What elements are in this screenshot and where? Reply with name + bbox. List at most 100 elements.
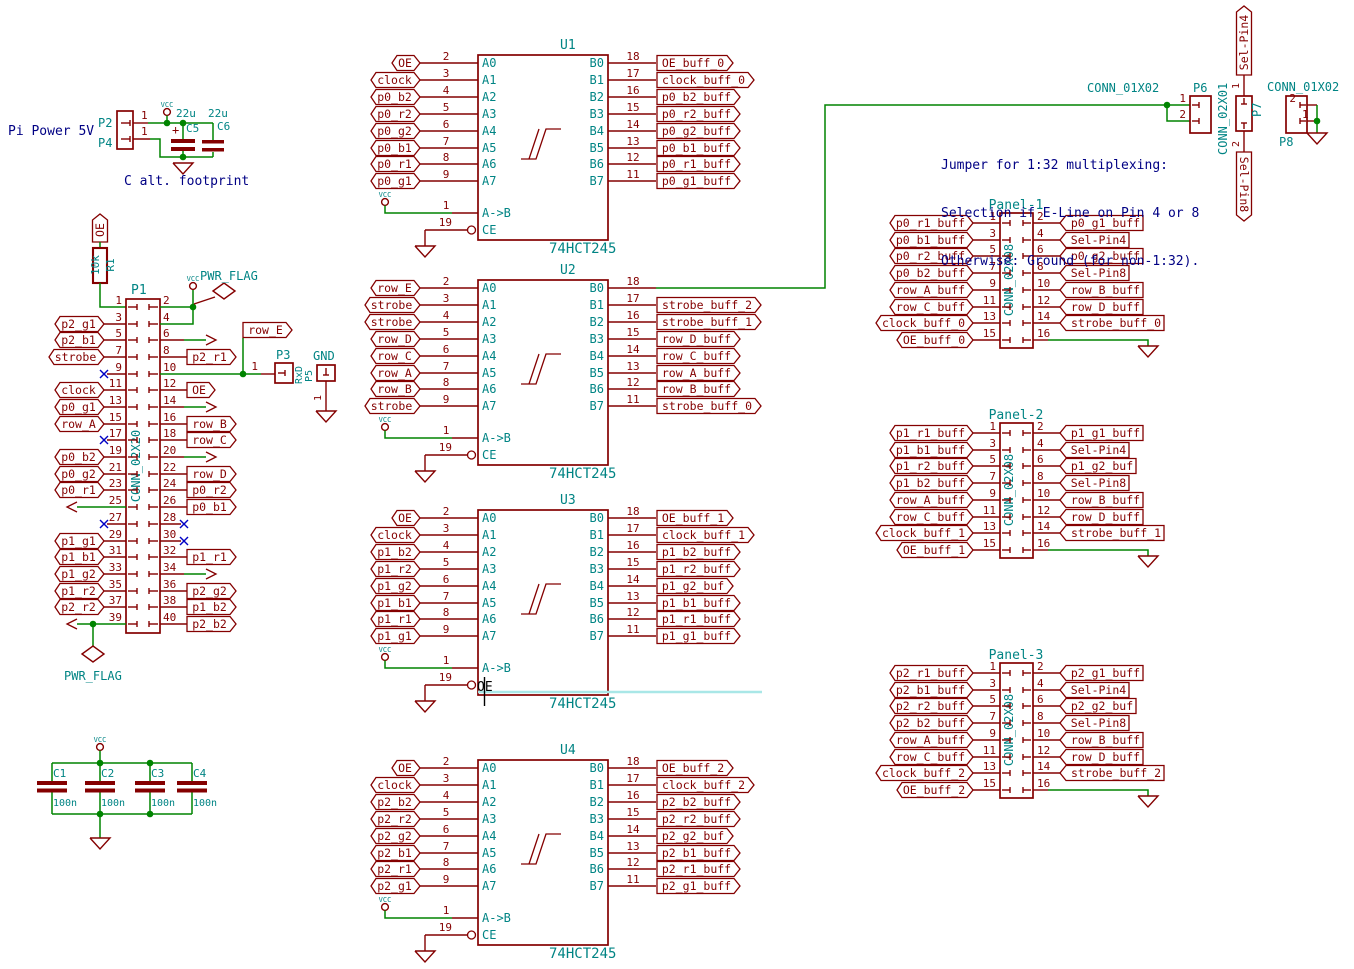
connector-part[interactable]: CONN_02X20 [129, 430, 143, 502]
gnd-symbol[interactable] [1138, 346, 1158, 357]
cap-value[interactable]: 100n [193, 798, 217, 809]
cap-value[interactable]: 100n [53, 798, 77, 809]
cap-ref[interactable]: C6 [217, 120, 230, 133]
cap-ref[interactable]: C3 [151, 767, 164, 780]
ic-ref[interactable]: U3 [560, 493, 576, 508]
capacitor-body[interactable] [85, 789, 115, 793]
note-jumper-line3: Otherwise: Ground (for non-1:32). [941, 254, 1199, 270]
cap-ref[interactable]: C5 [186, 122, 199, 135]
connector-ref[interactable]: P8 [1279, 135, 1293, 149]
capacitor-body[interactable] [37, 789, 67, 793]
vcc-symbol[interactable] [190, 283, 197, 290]
connector-part[interactable]: CONN_02X08 [1002, 454, 1016, 526]
cap-value[interactable]: 100n [101, 798, 125, 809]
connector-part[interactable]: CONN_02X01 [1216, 83, 1230, 155]
vcc-symbol[interactable] [382, 654, 389, 661]
connector-p2p4[interactable] [117, 111, 133, 149]
ic-part[interactable]: 74HCT245 [549, 696, 616, 712]
gnd-symbol[interactable] [1307, 133, 1327, 144]
pwr-flag-symbol[interactable] [213, 283, 235, 299]
pin-number: 1 [989, 660, 996, 673]
connector-part[interactable]: CONN_02X08 [1002, 694, 1016, 766]
connector-ref[interactable]: P3 [276, 348, 290, 362]
pin-number: 11 [983, 504, 996, 517]
connector-ref[interactable]: P4 [98, 136, 112, 150]
wire[interactable] [100, 283, 126, 307]
ic-ref[interactable]: U2 [560, 263, 576, 278]
ic-ref[interactable]: U1 [560, 38, 576, 53]
panel-title[interactable]: Panel-2 [989, 408, 1044, 423]
capacitor-body[interactable] [202, 148, 224, 152]
gnd-symbol[interactable] [415, 246, 435, 257]
gnd-symbol[interactable] [415, 951, 435, 962]
wire[interactable] [1048, 550, 1148, 556]
pwr-flag-label[interactable]: PWR_FLAG [64, 669, 122, 683]
cap-ref[interactable]: C2 [101, 767, 114, 780]
pwr-flag-label[interactable]: PWR_FLAG [200, 269, 258, 283]
cap-ref[interactable]: C4 [193, 767, 207, 780]
pin-name: A4 [482, 579, 496, 593]
resistor-ref[interactable]: R1 [104, 258, 117, 271]
vcc-symbol[interactable] [382, 199, 389, 206]
gnd-symbol[interactable] [1138, 556, 1158, 567]
cap-ref[interactable]: C1 [53, 767, 66, 780]
connector-ref[interactable]: P1 [131, 283, 147, 298]
capacitor-body[interactable] [85, 781, 115, 785]
capacitor-body[interactable] [135, 789, 165, 793]
panel-title[interactable]: Panel-3 [989, 648, 1044, 663]
pin-name: A7 [482, 879, 496, 893]
pin-number: 15 [626, 556, 639, 569]
vcc-symbol[interactable] [382, 904, 389, 911]
pin-number: 3 [443, 522, 450, 535]
pin-number: 15 [626, 326, 639, 339]
capacitor-body[interactable] [202, 140, 224, 144]
gnd-symbol[interactable] [415, 701, 435, 712]
pwr-flag-symbol[interactable] [82, 646, 104, 662]
wire[interactable] [1048, 340, 1148, 346]
gnd-symbol[interactable] [173, 163, 193, 174]
capacitor-body[interactable] [177, 789, 207, 793]
global-label-text: p2_g1 [377, 879, 412, 893]
global-label-text: p2_g1 [61, 317, 96, 331]
capacitor-body[interactable] [177, 781, 207, 785]
cap-value[interactable]: 22u [208, 107, 228, 120]
ic-part[interactable]: 74HCT245 [549, 466, 616, 482]
gnd-symbol[interactable] [415, 471, 435, 482]
pin-number: 1 [443, 199, 450, 212]
connector-value[interactable]: GND [313, 349, 335, 363]
capacitor-body[interactable] [171, 147, 195, 151]
global-label-text: row_E [248, 323, 283, 337]
vcc-symbol[interactable] [164, 109, 171, 116]
vcc-symbol[interactable] [382, 424, 389, 431]
pin-number: 16 [626, 84, 639, 97]
pin-number: 7 [989, 470, 996, 483]
gnd-symbol[interactable] [1138, 796, 1158, 807]
pin-number: 2 [1037, 660, 1044, 673]
capacitor-body[interactable] [171, 139, 195, 143]
connector-ref[interactable]: P7 [1250, 103, 1264, 117]
resistor-value[interactable]: 10k [89, 255, 102, 275]
capacitor-body[interactable] [135, 781, 165, 785]
pin-number: 31 [109, 544, 122, 557]
cap-value[interactable]: 100n [151, 798, 175, 809]
ic-ref[interactable]: U4 [560, 743, 576, 758]
pin-number: 3 [443, 292, 450, 305]
vcc-symbol[interactable] [97, 744, 104, 751]
pin-name: A5 [482, 141, 496, 155]
pin-number: 2 [443, 505, 450, 518]
connector-ref[interactable]: P2 [98, 116, 112, 130]
global-label-text: p1_b2 [377, 545, 412, 559]
cap-value[interactable]: 22u [176, 107, 196, 120]
connector-part[interactable]: CONN_01X02 [1267, 80, 1339, 94]
vcc-label: VCC [379, 896, 392, 904]
ic-part[interactable]: 74HCT245 [549, 946, 616, 962]
connector-ref[interactable]: P5 [304, 370, 315, 382]
connector-part[interactable]: CONN_01X02 [1087, 81, 1159, 95]
gnd-symbol[interactable] [90, 838, 110, 849]
wire[interactable] [1048, 790, 1148, 796]
connector-ref[interactable]: P6 [1193, 81, 1207, 95]
gnd-symbol[interactable] [316, 411, 336, 422]
ic-part[interactable]: 74HCT245 [549, 241, 616, 257]
global-label-text: p1_b1_buff [662, 596, 731, 610]
capacitor-body[interactable] [37, 781, 67, 785]
